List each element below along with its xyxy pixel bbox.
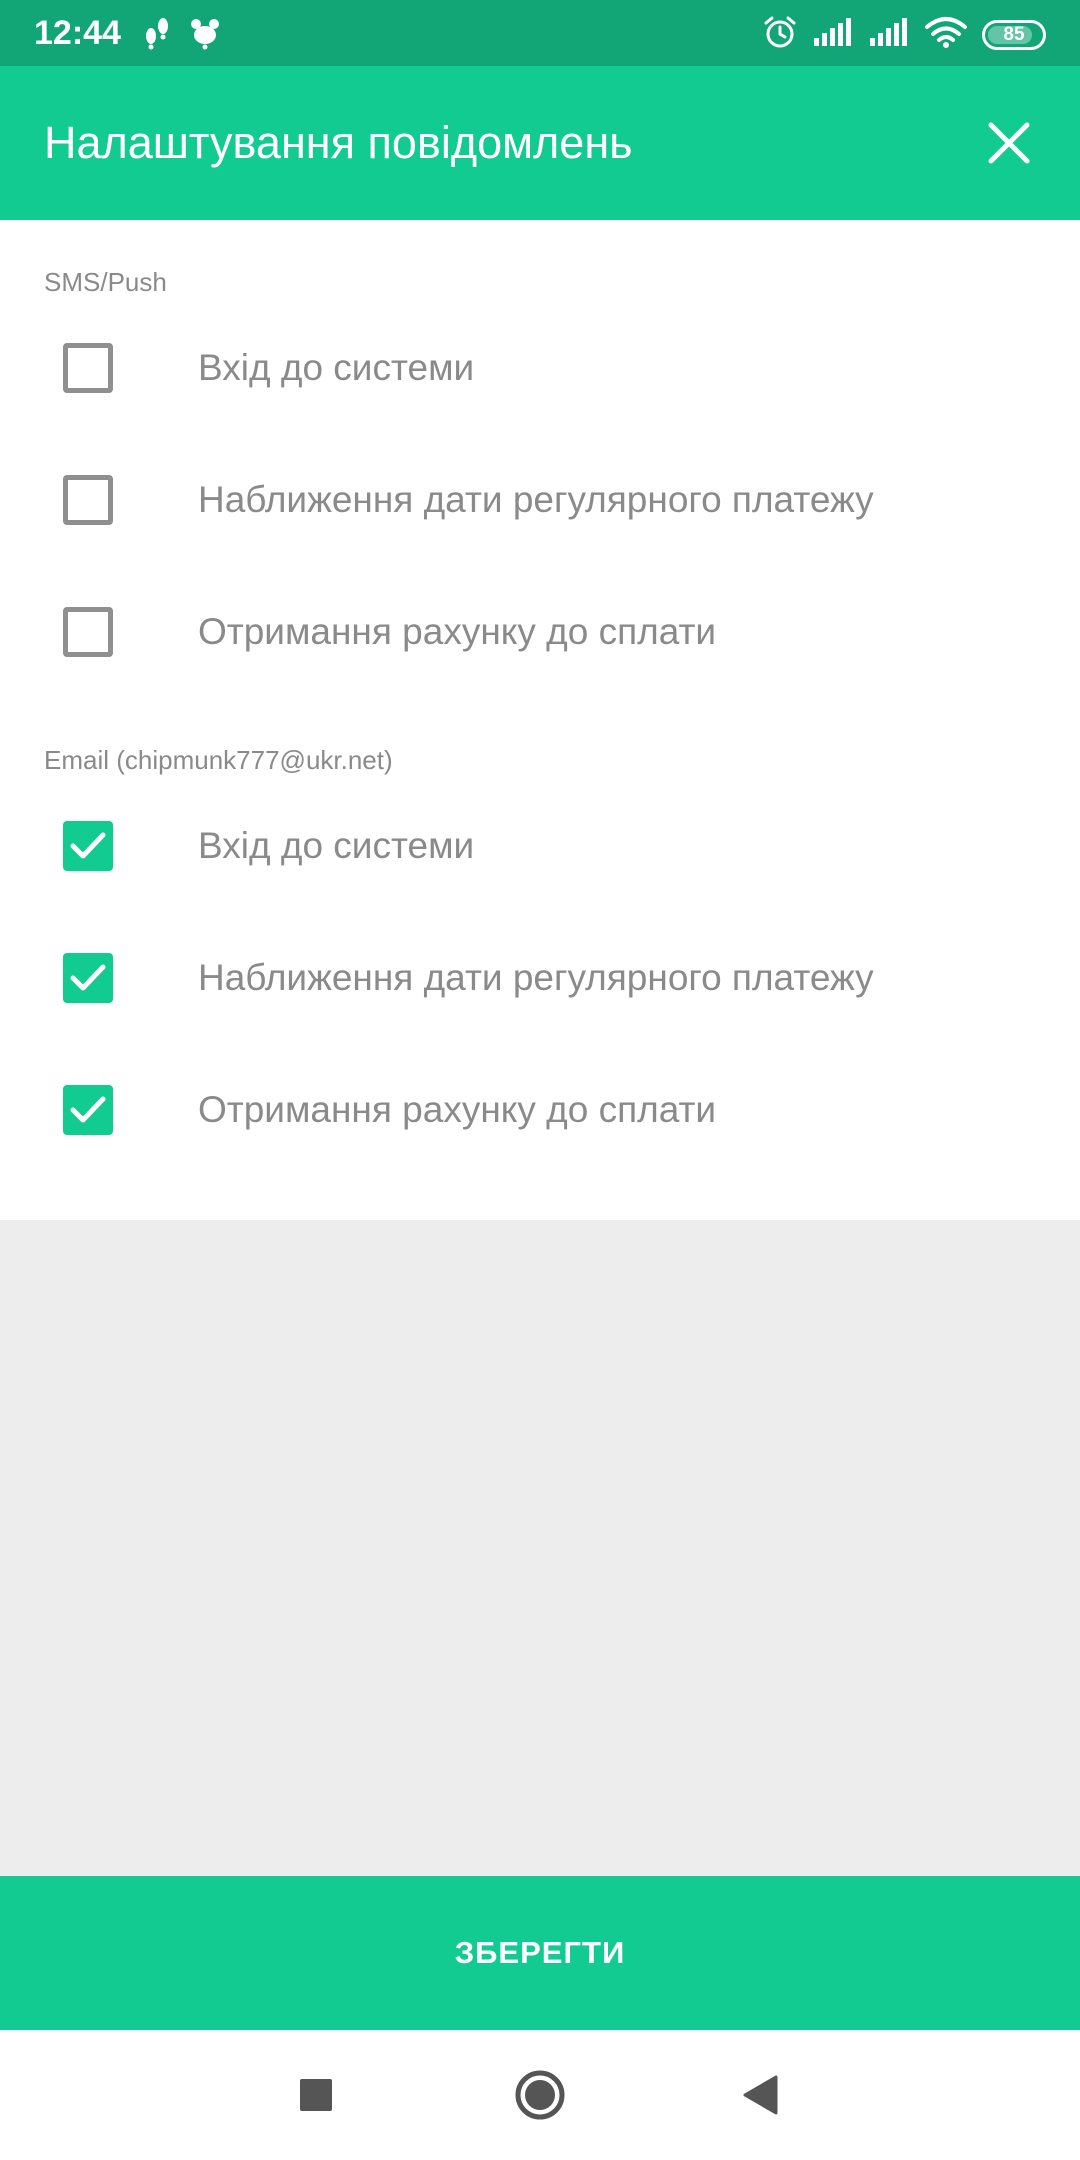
back-button[interactable] [730,2065,790,2125]
option-label: Наближення дати регулярного платежу [198,957,874,998]
checkbox-sms-invoice[interactable] [63,607,113,657]
status-left-icons [142,14,222,55]
home-button[interactable] [510,2065,570,2125]
checkbox-email-login[interactable] [63,821,113,871]
save-button[interactable]: ЗБЕРЕГТИ [0,1876,1080,2030]
back-triangle-icon [743,2075,778,2115]
wifi-icon [924,15,968,54]
option-label: Наближення дати регулярного платежу [198,479,874,520]
settings-card: SMS/Push Вхід до системи Наближення дати… [0,220,1080,1220]
signal-icon [868,16,910,53]
checkmark-icon [70,832,106,859]
battery-level: 85 [1003,23,1025,45]
recents-button[interactable] [286,2065,346,2125]
close-icon [988,122,1030,164]
option-label: Отримання рахунку до сплати [198,1089,717,1130]
page-title: Налаштування повідомлень [44,117,633,168]
status-time: 12:44 [34,14,121,52]
home-circle-icon [515,2070,565,2120]
checkbox-sms-payment-date[interactable] [63,475,113,525]
status-bar: 12:44 85 [0,0,1080,66]
option-row-sms-payment-date[interactable]: Наближення дати регулярного платежу [0,434,1080,566]
checkbox-sms-login[interactable] [63,343,113,393]
option-row-email-login[interactable]: Вхід до системи [0,780,1080,912]
option-label: Отримання рахунку до сплати [198,611,717,652]
app-bar: Налаштування повідомлень [0,66,1080,220]
status-right-icons: 85 [762,14,1046,55]
battery-icon: 85 [982,19,1046,50]
close-button[interactable] [974,108,1044,178]
option-row-sms-invoice[interactable]: Отримання рахунку до сплати [0,566,1080,698]
checkmark-icon [70,964,106,991]
option-row-email-invoice[interactable]: Отримання рахунку до сплати [0,1044,1080,1176]
section-label-email: Email (chipmunk777@ukr.net) [44,745,393,775]
option-label: Вхід до системи [198,347,475,388]
option-row-email-payment-date[interactable]: Наближення дати регулярного платежу [0,912,1080,1044]
navigation-bar [0,2030,1080,2160]
alarm-icon [762,14,798,55]
recents-square-icon [300,2079,332,2111]
footprints-icon [142,14,172,55]
checkbox-email-payment-date[interactable] [63,953,113,1003]
signal-icon [812,16,854,53]
checkmark-icon [70,1096,106,1123]
option-row-sms-login[interactable]: Вхід до системи [0,302,1080,434]
option-label: Вхід до системи [198,825,475,866]
section-label-sms: SMS/Push [44,267,167,297]
checkbox-email-invoice[interactable] [63,1085,113,1135]
pet-paw-icon [188,14,222,55]
